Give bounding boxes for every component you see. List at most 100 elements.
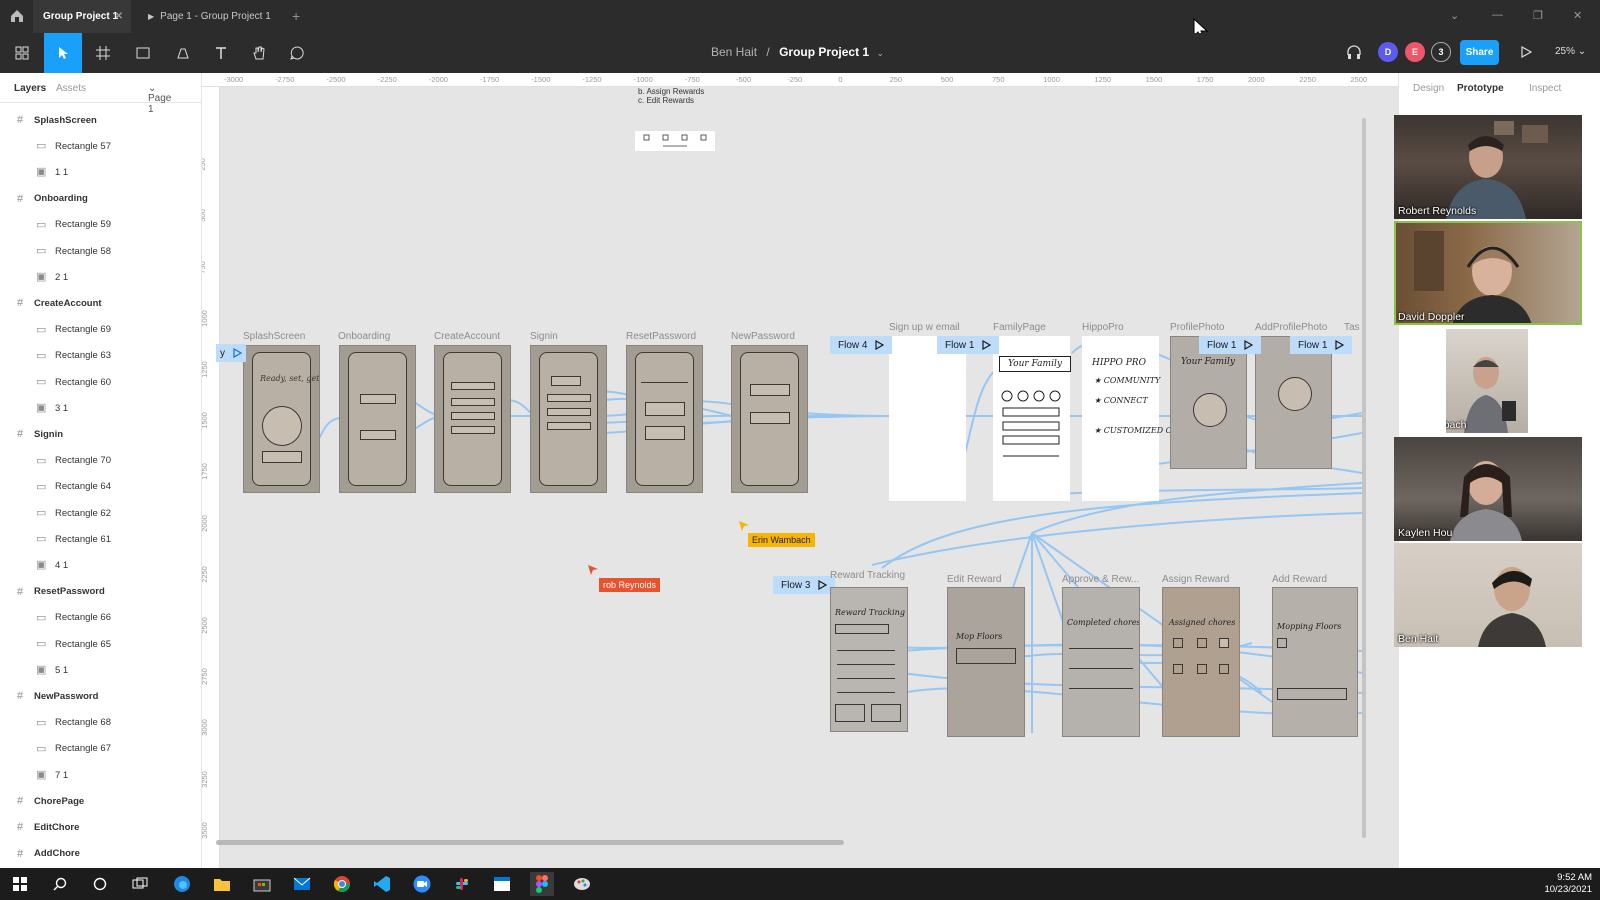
signup-email-frame[interactable] [889,336,966,501]
search-icon[interactable] [48,872,72,896]
tab-prototype[interactable]: Prototype [1457,83,1504,94]
layer-item[interactable]: ▣ 1 1 [0,159,200,185]
horizontal-scrollbar[interactable] [216,840,844,845]
frame-label[interactable]: Sign up w email [889,322,960,333]
layer-item[interactable]: ▭ Rectangle 64 [0,474,200,500]
shape-tool-button[interactable] [124,33,162,73]
flow-start-tag[interactable]: Flow 1 [1199,336,1262,354]
layer-item[interactable]: ▣ 7 1 [0,762,200,788]
layer-item[interactable]: ▣ 2 1 [0,264,200,290]
layer-frame-item[interactable]: # Signin [0,421,200,447]
move-tool-button[interactable] [44,33,82,73]
frame-label[interactable]: Onboarding [338,331,390,342]
layer-frame-item[interactable]: # NewPassword [0,683,200,709]
video-tile[interactable]: Erin Wambach [1446,329,1528,433]
paint-app-icon[interactable] [570,872,594,896]
vertical-scrollbar[interactable] [1362,118,1366,838]
frame-label[interactable]: CreateAccount [434,331,500,342]
edit-reward-frame[interactable]: Mop Floors [947,587,1025,737]
share-button[interactable]: Share [1460,40,1499,65]
flow-start-tag[interactable]: Flow 1 [937,336,1000,354]
task-view-icon[interactable] [128,872,152,896]
frame-tool-button[interactable] [84,33,122,73]
figma-app-icon[interactable] [530,872,554,896]
avatar[interactable]: D [1378,42,1398,62]
flow-start-tag[interactable]: y [216,344,246,362]
chevron-down-icon[interactable]: ⌄ [876,48,884,58]
windows-start-icon[interactable] [8,872,32,896]
hippopro-frame[interactable]: HIPPO PRO ★ COMMUNITY ★ CONNECT ★ CUSTOM… [1082,336,1196,501]
video-tile-active-speaker[interactable]: David Doppler [1394,221,1582,325]
video-tile[interactable]: Ben Hait [1394,543,1582,647]
layer-item[interactable]: ▣ 4 1 [0,552,200,578]
tab-design[interactable]: Design [1413,83,1444,94]
reward-tracking-frame[interactable]: Reward Tracking [830,587,908,732]
system-clock[interactable]: 9:52 AM 10/23/2021 [1544,872,1592,896]
avatar[interactable]: E [1405,42,1425,62]
createaccount-frame[interactable] [434,345,511,493]
layer-item[interactable]: ▭ Rectangle 62 [0,500,200,526]
edge-browser-icon[interactable] [170,872,194,896]
vscode-icon[interactable] [370,872,394,896]
layer-item[interactable]: ▭ Rectangle 61 [0,526,200,552]
main-menu-button[interactable] [6,33,38,73]
tab-assets[interactable]: Assets [56,83,86,94]
layer-item[interactable]: ▭ Rectangle 58 [0,238,200,264]
layer-frame-item[interactable]: # CreateAccount [0,290,200,316]
cortana-icon[interactable] [88,872,112,896]
zoom-app-icon[interactable] [410,872,434,896]
flow-start-tag[interactable]: Flow 3 [773,576,836,594]
add-reward-frame[interactable]: Mopping Floors [1272,587,1358,737]
flow-start-tag[interactable]: Flow 4 [830,336,893,354]
tab-inspect[interactable]: Inspect [1529,83,1561,94]
frame-label[interactable]: Reward Tracking [830,570,905,581]
flow-start-tag[interactable]: Flow 1 [1290,336,1353,354]
page-select[interactable]: Page 1 ⌄ [148,83,171,115]
text-tool-button[interactable] [202,33,240,73]
mail-icon[interactable] [290,872,314,896]
frame-label[interactable]: FamilyPage [993,322,1046,333]
layer-item[interactable]: ▭ Rectangle 69 [0,317,200,343]
headphones-icon[interactable] [1346,44,1362,60]
frame-label[interactable]: Approve & Rew... [1062,574,1139,585]
avatar-more-count[interactable]: 3 [1431,42,1451,62]
layer-frame-item[interactable]: # EditChore [0,814,200,840]
zoom-level[interactable]: 25% ⌄ [1555,46,1586,57]
signin-frame[interactable] [530,345,607,493]
comment-tool-button[interactable] [278,33,316,73]
layer-item[interactable]: ▭ Rectangle 67 [0,736,200,762]
frame-label[interactable]: Assign Reward [1162,574,1229,585]
layer-item[interactable]: ▣ 5 1 [0,657,200,683]
resetpassword-frame[interactable] [626,345,703,493]
pen-tool-button[interactable] [164,33,202,73]
video-tile[interactable]: Robert Reynolds [1394,115,1582,219]
frame-label[interactable]: Signin [530,331,558,342]
layer-item[interactable]: ▭ Rectangle 65 [0,631,200,657]
frame-label[interactable]: Tas [1344,322,1360,333]
design-canvas[interactable]: -3000 -2750 -2500 -2250 -2000 -1750 -1500 -1250… [202,73,1398,868]
present-play-icon[interactable] [1520,46,1532,58]
close-tab-icon[interactable]: ✕ [115,11,123,22]
frame-label[interactable]: SplashScreen [243,331,305,342]
layer-item[interactable]: ▭ Rectangle 66 [0,605,200,631]
frame-label[interactable]: NewPassword [731,331,795,342]
tab-group-project-1[interactable]: Group Project 1 ✕ [33,0,131,33]
profilephoto-frame[interactable]: Your Family [1170,336,1247,469]
layer-item[interactable]: ▣ 3 1 [0,395,200,421]
minimize-icon[interactable]: — [1492,9,1503,21]
maximize-icon[interactable]: ❐ [1533,9,1543,22]
approve-reward-frame[interactable]: Completed chores [1062,587,1140,737]
layer-frame-item[interactable]: # SplashScreen [0,107,200,133]
layer-item[interactable]: ▭ Rectangle 57 [0,133,200,159]
layer-item[interactable]: ▭ Rectangle 63 [0,343,200,369]
hand-tool-button[interactable] [240,33,278,73]
onboarding-frame[interactable] [339,345,416,493]
layer-item[interactable]: ▭ Rectangle 59 [0,212,200,238]
frame-label[interactable]: Add Reward [1272,574,1327,585]
layer-item[interactable]: ▭ Rectangle 68 [0,710,200,736]
slack-icon[interactable] [450,872,474,896]
layer-frame-item[interactable]: # ChorePage [0,788,200,814]
layer-frame-item[interactable]: # AddChore [0,841,200,867]
frame-label[interactable]: ResetPassword [626,331,696,342]
layer-frame-item[interactable]: # Onboarding [0,186,200,212]
